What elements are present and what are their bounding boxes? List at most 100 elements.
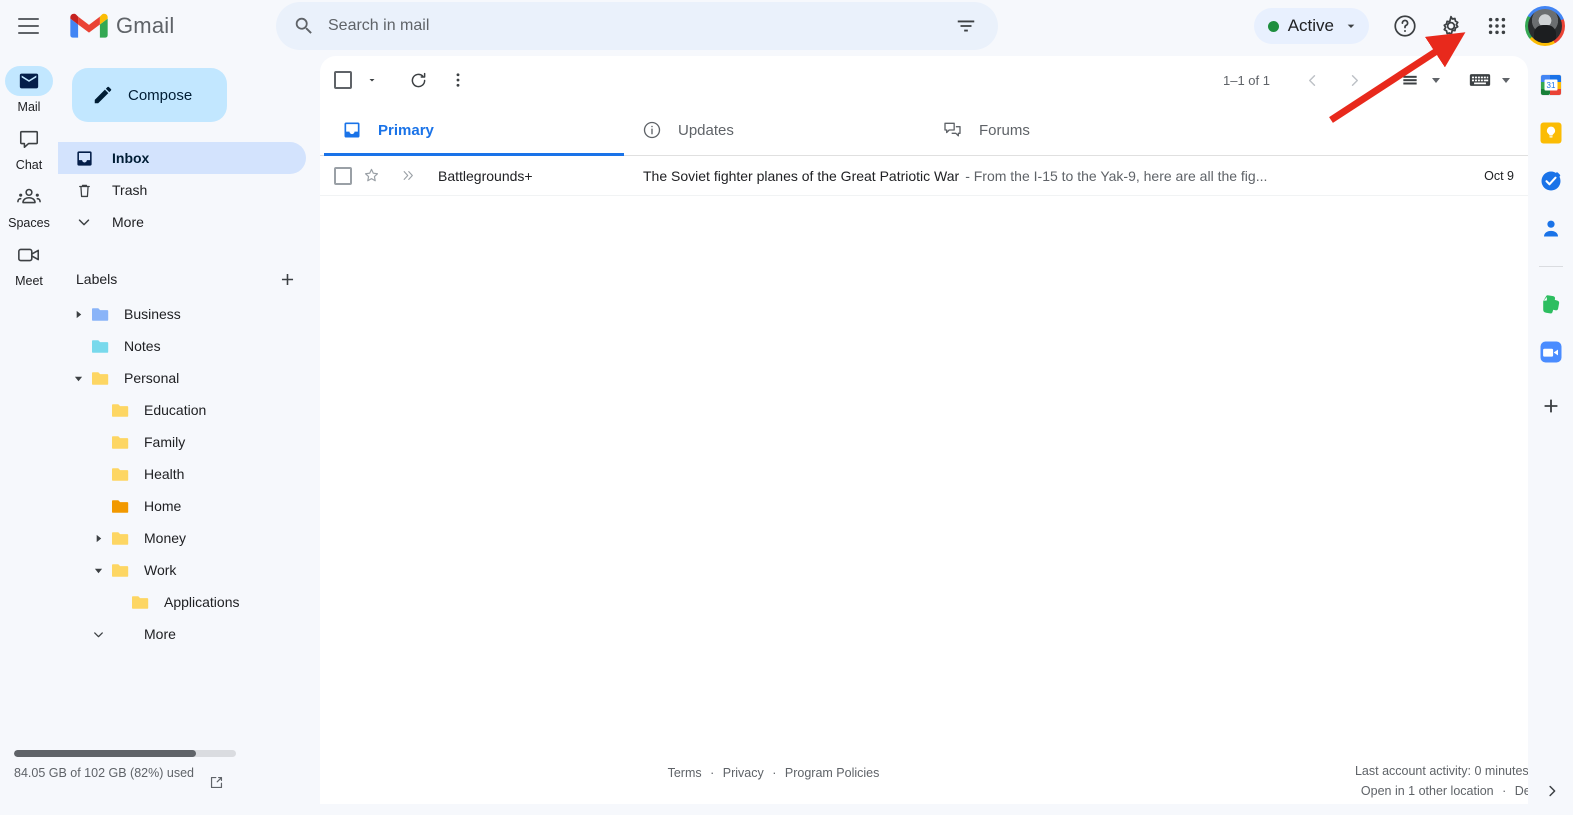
star-outline-icon[interactable] xyxy=(352,166,390,185)
sidebar-label-item[interactable]: Notes xyxy=(58,330,306,362)
evernote-icon[interactable] xyxy=(1538,291,1564,317)
display-density-icon[interactable] xyxy=(1390,60,1430,100)
folder-icon xyxy=(108,403,134,418)
sidebar-label-item[interactable]: Family xyxy=(58,426,306,458)
header-actions: Active xyxy=(1253,4,1573,48)
gmail-window: Gmail Active xyxy=(0,0,1573,815)
chevron-down-icon xyxy=(74,212,94,232)
tab-forums[interactable]: Forums xyxy=(924,104,1224,156)
gmail-logo-icon xyxy=(70,13,108,38)
sidebar-label-item[interactable]: Education xyxy=(58,394,306,426)
add-app-icon[interactable] xyxy=(1538,393,1564,419)
side-apps-panel: 31 xyxy=(1528,52,1573,815)
important-marker-icon[interactable] xyxy=(390,167,428,184)
search-bar[interactable] xyxy=(276,2,998,50)
program-policies-link[interactable]: Program Policies xyxy=(785,766,879,780)
list-toolbar: 1–1 of 1 xyxy=(320,56,1528,104)
gear-icon[interactable] xyxy=(1429,4,1473,48)
folder-icon xyxy=(108,467,134,482)
select-all-checkbox[interactable] xyxy=(334,71,352,89)
brand-name: Gmail xyxy=(116,13,175,38)
sidebar-label-text: Education xyxy=(144,402,207,418)
folder-icon xyxy=(88,307,114,322)
sidebar-label-item[interactable]: Health xyxy=(58,458,306,490)
spaces-icon xyxy=(5,182,53,212)
sidebar-item-inbox[interactable]: Inbox xyxy=(58,142,306,174)
sidebar-label-item[interactable]: Work xyxy=(58,554,306,586)
category-tabs: Primary Updates Forums xyxy=(320,104,1528,156)
compose-button[interactable]: Compose xyxy=(72,68,227,122)
app-header: Gmail Active xyxy=(0,0,1573,52)
storage-bar-fill xyxy=(14,750,197,758)
density-dropdown-caret[interactable] xyxy=(1432,77,1440,83)
folder-icon xyxy=(108,499,134,514)
chevron-down-icon[interactable] xyxy=(1343,18,1359,34)
chevron-down-icon[interactable] xyxy=(88,627,108,642)
plus-icon[interactable] xyxy=(272,264,302,294)
tab-primary[interactable]: Primary xyxy=(324,104,624,156)
status-chip[interactable]: Active xyxy=(1253,8,1369,44)
sidebar-label-item[interactable]: Money xyxy=(58,522,306,554)
account-avatar[interactable] xyxy=(1525,6,1565,46)
open-in-new-icon[interactable] xyxy=(208,774,225,794)
chevron-right-icon[interactable] xyxy=(1543,782,1561,805)
tab-updates[interactable]: Updates xyxy=(624,104,924,156)
keep-icon[interactable] xyxy=(1538,120,1564,146)
tune-icon[interactable] xyxy=(946,6,986,46)
sidebar-label-item[interactable]: Personal xyxy=(58,362,306,394)
rail-item-meet[interactable]: Meet xyxy=(0,240,58,288)
rail-item-chat[interactable]: Chat xyxy=(0,124,58,172)
more-vertical-icon[interactable] xyxy=(438,60,478,100)
table-row[interactable]: Battlegrounds+ The Soviet fighter planes… xyxy=(320,156,1528,196)
keyboard-icon[interactable] xyxy=(1460,60,1500,100)
last-activity-text: Last account activity: 0 minutes ago xyxy=(1354,764,1553,779)
sidebar-label-item[interactable]: Applications xyxy=(58,586,306,618)
storage-section: 84.05 GB of 102 GB (82%) used xyxy=(14,750,314,794)
sidebar-label-trash: Trash xyxy=(112,182,148,198)
rail-item-mail[interactable]: Mail xyxy=(0,66,58,114)
mail-sidebar: Compose Inbox Trash More Labels Business… xyxy=(58,52,320,815)
inbox-tab-icon xyxy=(342,120,362,140)
chevron-down-icon[interactable] xyxy=(88,566,108,575)
folder-icon xyxy=(108,531,134,546)
search-icon[interactable] xyxy=(284,6,324,46)
sidebar-item-more[interactable]: More xyxy=(58,206,306,238)
privacy-link[interactable]: Privacy xyxy=(723,766,764,780)
sidebar-label-item[interactable]: More xyxy=(58,618,306,650)
sidebar-nav: Inbox Trash More xyxy=(58,142,320,238)
chevron-left-icon[interactable] xyxy=(1292,60,1332,100)
activity-location-line: Open in 1 other location · Details xyxy=(1233,782,1553,801)
account-activity: Last account activity: 0 minutes ago Ope… xyxy=(1233,750,1553,801)
help-circle-icon[interactable] xyxy=(1383,4,1427,48)
search-input[interactable] xyxy=(324,17,946,35)
chevron-right-icon[interactable] xyxy=(68,310,88,319)
sidebar-label-item[interactable]: Business xyxy=(58,298,306,330)
sidebar-label-text: Family xyxy=(144,434,186,450)
contacts-icon[interactable] xyxy=(1538,216,1564,242)
tasks-icon[interactable] xyxy=(1538,168,1564,194)
sidebar-item-trash[interactable]: Trash xyxy=(58,174,306,206)
input-tools-dropdown-caret[interactable] xyxy=(1502,77,1510,83)
chevron-down-icon[interactable] xyxy=(68,374,88,383)
trash-icon xyxy=(74,180,94,200)
select-all-dropdown[interactable] xyxy=(352,60,392,100)
folder-icon xyxy=(108,435,134,450)
calendar-icon[interactable]: 31 xyxy=(1538,72,1564,98)
sidebar-label-text: Money xyxy=(144,530,187,546)
message-subject: The Soviet fighter planes of the Great P… xyxy=(643,167,960,184)
hamburger-icon[interactable] xyxy=(4,2,52,50)
zoom-icon[interactable] xyxy=(1538,339,1564,365)
chevron-right-icon[interactable] xyxy=(1334,60,1374,100)
terms-link[interactable]: Terms xyxy=(668,766,702,780)
rail-item-spaces[interactable]: Spaces xyxy=(0,182,58,230)
sidebar-label-item[interactable]: Home xyxy=(58,490,306,522)
sidebar-label-text: More xyxy=(144,626,176,642)
storage-row: 84.05 GB of 102 GB (82%) used xyxy=(14,764,314,794)
gmail-brand[interactable]: Gmail xyxy=(70,12,260,40)
chat-icon xyxy=(5,124,53,154)
message-date: Oct 9 xyxy=(1484,168,1514,183)
row-checkbox[interactable] xyxy=(334,166,352,185)
apps-grid-icon[interactable] xyxy=(1475,4,1519,48)
refresh-icon[interactable] xyxy=(398,60,438,100)
chevron-right-icon[interactable] xyxy=(88,534,108,543)
